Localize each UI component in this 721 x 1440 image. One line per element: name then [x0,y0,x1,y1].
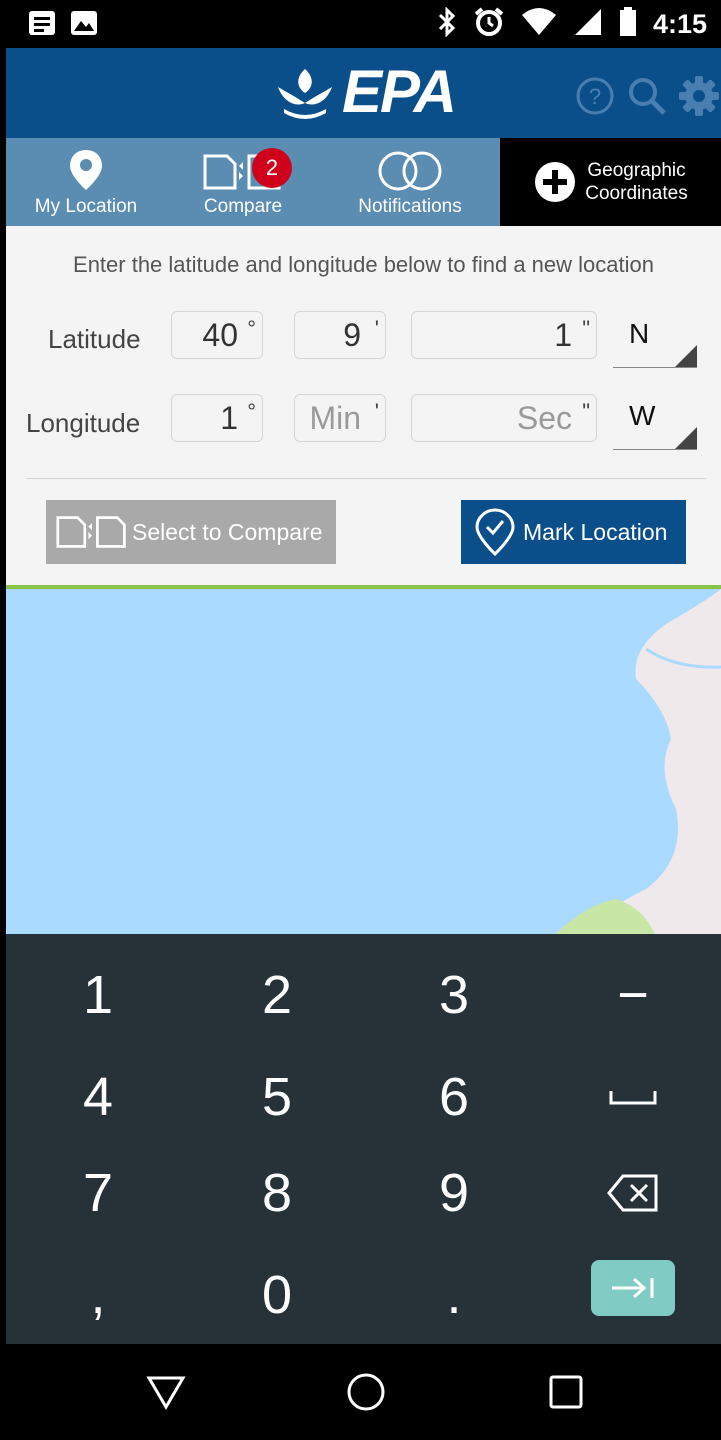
tab-bar: My Location 2 Compare Notifications Geog… [6,138,721,226]
latitude-seconds-input[interactable]: 1 " [411,311,597,359]
key-3[interactable]: 3 [389,950,519,1040]
back-triangle-icon [146,1376,186,1410]
bluetooth-icon [437,6,457,42]
tab-label: Notifications [358,196,462,217]
signal-icon [573,7,603,42]
key-7[interactable]: 7 [33,1148,163,1238]
mark-location-label: Mark Location [523,518,668,545]
tab-geographic-coordinates[interactable]: Geographic Coordinates [500,138,721,226]
tab-notifications[interactable]: Notifications [320,138,500,226]
settings-button[interactable] [677,74,721,118]
plus-circle-icon [535,162,576,202]
nav-home-button[interactable] [340,1366,392,1418]
backspace-icon [607,1174,658,1212]
notifications-rings-icon [378,151,442,191]
longitude-direction-value: W [629,400,656,431]
map-view[interactable] [6,585,721,934]
key-backspace[interactable] [568,1148,698,1238]
search-button[interactable] [625,74,669,118]
system-navigation-bar [0,1344,721,1440]
recents-square-icon [549,1375,583,1409]
latitude-label: Latitude [48,324,141,354]
key-space[interactable] [568,1052,698,1142]
tab-next-icon [612,1277,654,1299]
longitude-seconds-input[interactable]: Sec " [411,394,597,442]
latitude-minutes-input[interactable]: 9 ' [294,311,386,359]
clock-time: 4:15 [652,9,707,39]
key-period[interactable]: . [389,1250,519,1340]
settings-icon [679,76,719,116]
help-button[interactable]: ? [573,74,617,118]
help-icon: ? [576,77,614,115]
longitude-degrees-input[interactable]: 1 ° [171,394,263,442]
key-2[interactable]: 2 [212,950,342,1040]
wifi-icon [521,7,557,42]
key-comma[interactable]: , [33,1250,163,1340]
latitude-direction-select[interactable]: N [613,314,697,368]
notes-icon [28,10,56,41]
numeric-keyboard: 1 2 3 − 4 5 6 7 8 9 , 0 . [6,934,721,1344]
select-to-compare-button[interactable]: Select to Compare [46,500,336,564]
key-0[interactable]: 0 [212,1250,342,1340]
tab-label: Compare [203,196,283,217]
app-header: EPA ? [6,48,721,138]
svg-text:?: ? [589,84,601,109]
location-pin-icon [70,150,102,190]
logo-text: EPA [342,58,457,125]
longitude-minutes-input[interactable]: Min ' [294,394,386,442]
longitude-direction-select[interactable]: W [613,396,697,450]
tab-compare[interactable]: 2 Compare [166,138,320,226]
app-screen: EPA ? My Location 2 Compare Notification… [6,48,721,1344]
form-divider [26,478,706,479]
nav-back-button[interactable] [140,1366,192,1418]
latitude-direction-value: N [629,318,650,349]
key-9[interactable]: 9 [389,1148,519,1238]
longitude-label: Longitude [26,408,141,438]
key-next[interactable] [591,1260,675,1316]
dropdown-arrow-icon [675,427,697,449]
dropdown-arrow-icon [675,345,697,367]
latitude-degrees-input[interactable]: 40 ° [171,311,263,359]
location-check-icon [475,508,515,556]
search-icon [629,78,666,115]
nav-recents-button[interactable] [540,1366,592,1418]
battery-icon [619,7,637,42]
mark-location-button[interactable]: Mark Location [461,500,686,564]
alarm-icon [473,6,505,43]
tab-label: Geographic Coordinates [585,160,688,204]
key-8[interactable]: 8 [212,1148,342,1238]
key-6[interactable]: 6 [389,1052,519,1142]
key-5[interactable]: 5 [212,1052,342,1142]
compare-icon [56,516,126,548]
epa-flower-icon [278,69,332,119]
space-icon [609,1091,657,1105]
image-icon [70,10,98,41]
tab-label: My Location [34,196,138,217]
key-1[interactable]: 1 [33,950,163,1040]
tab-my-location[interactable]: My Location [6,138,166,226]
instructions-text: Enter the latitude and longitude below t… [73,252,654,277]
status-bar: 4:15 [0,0,721,48]
map-land-water [555,589,721,934]
home-circle-icon [347,1373,385,1411]
select-to-compare-label: Select to Compare [132,518,323,545]
epa-logo: EPA [274,58,457,125]
compare-count-badge: 2 [252,148,292,188]
key-4[interactable]: 4 [33,1052,163,1142]
key-minus[interactable]: − [568,950,698,1040]
